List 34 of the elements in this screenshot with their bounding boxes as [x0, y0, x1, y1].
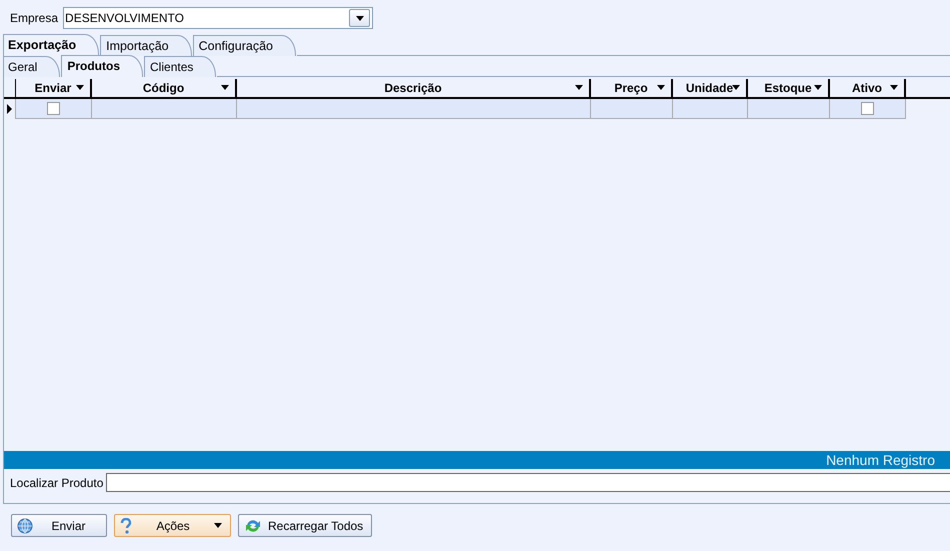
search-label: Localizar Produto — [10, 476, 104, 490]
status-text: Nenhum Registro — [826, 452, 935, 468]
checkbox[interactable] — [861, 102, 874, 115]
tab[interactable]: Importação — [100, 35, 192, 56]
caret-icon[interactable] — [657, 85, 665, 90]
tab[interactable]: Geral — [3, 56, 60, 77]
button[interactable]: Enviar — [11, 514, 107, 537]
checkbox[interactable] — [47, 102, 60, 115]
tab[interactable]: Produtos — [61, 55, 144, 77]
caret-icon[interactable] — [890, 85, 898, 90]
column-header[interactable]: Estoque — [748, 79, 830, 97]
company-label: Empresa — [10, 11, 58, 25]
caret-icon[interactable] — [732, 85, 740, 90]
column-header[interactable]: Descrição — [237, 79, 591, 97]
search-field[interactable] — [106, 473, 950, 492]
tab[interactable]: Exportação — [3, 34, 100, 56]
button[interactable]: Recarregar Todos — [238, 514, 372, 537]
globe-icon — [17, 518, 33, 534]
column-header[interactable]: Código — [92, 79, 237, 97]
column-header[interactable]: Preço — [591, 79, 673, 97]
company-dropdown[interactable]: DESENVOLVIMENTO — [63, 7, 374, 29]
refresh-icon — [244, 518, 262, 534]
column-header[interactable]: Enviar — [16, 79, 92, 97]
tab[interactable]: Clientes — [144, 56, 216, 77]
caret-icon[interactable] — [221, 85, 229, 90]
tab[interactable]: Configuração — [192, 35, 296, 56]
button[interactable]: Ações — [114, 514, 231, 537]
caret-icon[interactable] — [814, 85, 822, 90]
column-header[interactable]: Unidade — [673, 79, 748, 97]
caret-icon — [349, 9, 370, 27]
caret-icon[interactable] — [575, 85, 583, 90]
column-header[interactable]: Ativo — [830, 79, 906, 97]
caret-icon[interactable] — [76, 85, 84, 90]
question-mark-icon — [120, 518, 132, 534]
